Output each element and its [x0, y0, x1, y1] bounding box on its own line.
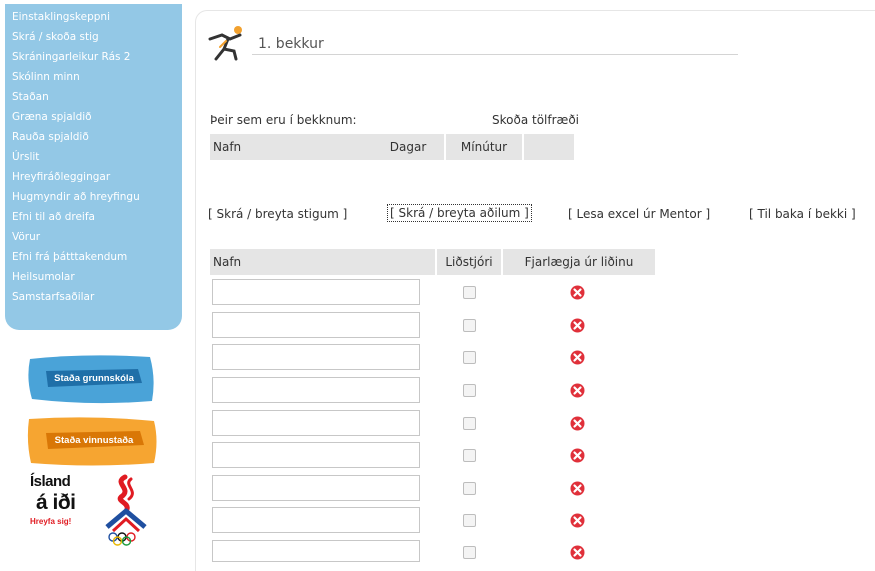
- members-col-name: Nafn: [210, 134, 373, 160]
- sidebar-item-einstaklingskeppni[interactable]: Einstaklingskeppni: [12, 11, 110, 23]
- roster-captain-checkbox[interactable]: [463, 546, 476, 559]
- roster-name-input[interactable]: [212, 312, 420, 338]
- delete-x-icon[interactable]: [570, 350, 585, 365]
- delete-x-icon[interactable]: [570, 416, 585, 431]
- roster-col-remove: Fjarlægja úr liðinu: [503, 249, 655, 275]
- roster-name-input[interactable]: [212, 442, 420, 468]
- delete-x-icon[interactable]: [570, 545, 585, 560]
- sidebar-item-hugmyndir[interactable]: Hugmyndir að hreyfingu: [12, 191, 140, 203]
- sidebar-item-efni-til-ad-dreifa[interactable]: Efni til að dreifa: [12, 211, 95, 223]
- view-statistics-link[interactable]: Skoða tölfræði: [492, 113, 579, 127]
- roster-captain-checkbox[interactable]: [463, 482, 476, 495]
- roster-name-input[interactable]: [212, 475, 420, 501]
- sidebar-item-hreyfiradleggingar[interactable]: Hreyfiráðleggingar: [12, 171, 110, 183]
- sidebar-item-stadan[interactable]: Staðan: [12, 91, 49, 103]
- members-col-extra: [524, 134, 574, 160]
- roster-name-input[interactable]: [212, 507, 420, 533]
- members-intro-label: Þeir sem eru í bekknum:: [210, 113, 357, 127]
- sidebar-item-graena-spjaldid[interactable]: Græna spjaldið: [12, 111, 92, 123]
- roster-captain-checkbox[interactable]: [463, 384, 476, 397]
- sidebar-item-heilsumolar[interactable]: Heilsumolar: [12, 271, 75, 283]
- register-points-link[interactable]: [ Skrá / breyta stigum ]: [208, 207, 347, 221]
- promo-school-label: Staða grunnskóla: [54, 372, 134, 384]
- sidebar-item-urslit[interactable]: Úrslit: [12, 151, 39, 163]
- roster-captain-checkbox[interactable]: [463, 286, 476, 299]
- logo-text-line2: á iði: [36, 491, 76, 514]
- promo-workplace-status-button[interactable]: Staða vinnustaða: [26, 415, 159, 467]
- sidebar-item-skraningarleikur[interactable]: Skráningarleikur Rás 2: [12, 51, 131, 63]
- roster-name-input[interactable]: [212, 344, 420, 370]
- roster-name-input[interactable]: [212, 410, 420, 436]
- sidebar-item-skra-skoda-stig[interactable]: Skrá / skoða stig: [12, 31, 99, 43]
- sidebar-item-samstarfsadilar[interactable]: Samstarfsaðilar: [12, 291, 94, 303]
- roster-name-input[interactable]: [212, 540, 420, 562]
- island-a-idi-logo: Ísland á iði Hreyfa sig!: [30, 473, 78, 547]
- runner-icon: [208, 26, 242, 61]
- sidebar-item-efni-fra-thatttakendum[interactable]: Efni frá þátttakendum: [12, 251, 127, 263]
- sidebar-item-skolinn-minn[interactable]: Skólinn minn: [12, 71, 80, 83]
- roster-name-input[interactable]: [212, 377, 420, 403]
- title-divider: [252, 54, 738, 55]
- page-title: 1. bekkur: [258, 36, 324, 52]
- roster-captain-checkbox[interactable]: [463, 417, 476, 430]
- promo-workplace-label: Staða vinnustaða: [54, 434, 134, 446]
- olympic-federation-logo: [105, 474, 147, 546]
- roster-name-input[interactable]: [212, 279, 420, 305]
- roster-captain-checkbox[interactable]: [463, 449, 476, 462]
- logo-text-line3: Hreyfa sig!: [30, 517, 72, 526]
- delete-x-icon[interactable]: [570, 481, 585, 496]
- delete-x-icon[interactable]: [570, 448, 585, 463]
- sidebar-item-vorur[interactable]: Vörur: [12, 231, 40, 243]
- sidebar-item-rauda-spjaldid[interactable]: Rauða spjaldið: [12, 131, 89, 143]
- delete-x-icon[interactable]: [570, 383, 585, 398]
- roster-captain-checkbox[interactable]: [463, 351, 476, 364]
- read-excel-link[interactable]: [ Lesa excel úr Mentor ]: [568, 207, 710, 221]
- members-col-minutes: Mínútur: [446, 134, 522, 160]
- members-col-days: Dagar: [372, 134, 444, 160]
- roster-col-name: Nafn: [210, 249, 435, 275]
- delete-x-icon[interactable]: [570, 513, 585, 528]
- delete-x-icon[interactable]: [570, 285, 585, 300]
- promo-school-status-button[interactable]: Staða grunnskóla: [26, 353, 156, 405]
- roster-col-captain: Liðstjóri: [437, 249, 501, 275]
- roster-captain-checkbox[interactable]: [463, 319, 476, 332]
- register-members-link[interactable]: [ Skrá / breyta aðilum ]: [387, 204, 532, 222]
- back-to-classes-link[interactable]: [ Til baka í bekki ]: [749, 207, 856, 221]
- sidebar-nav: Einstaklingskeppni Skrá / skoða stig Skr…: [5, 4, 182, 330]
- roster-captain-checkbox[interactable]: [463, 514, 476, 527]
- logo-text-line1: Ísland: [30, 473, 71, 490]
- delete-x-icon[interactable]: [570, 318, 585, 333]
